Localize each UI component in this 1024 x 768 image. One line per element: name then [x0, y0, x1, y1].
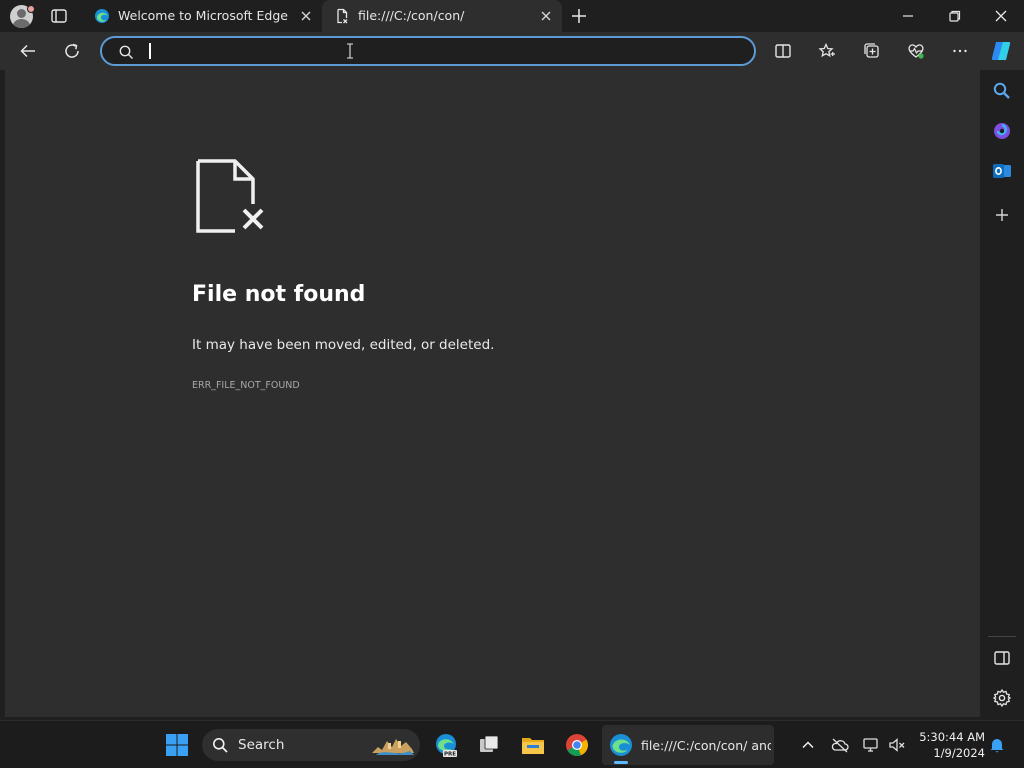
refresh-icon[interactable]	[63, 42, 81, 60]
sidebar-divider	[988, 636, 1016, 637]
close-icon[interactable]	[538, 8, 554, 24]
tab-actions-icon[interactable]	[50, 7, 68, 25]
clock-date: 1/9/2024	[933, 746, 985, 760]
search-icon	[119, 45, 133, 59]
windows-start-icon[interactable]	[165, 733, 189, 757]
avatar-body	[13, 19, 30, 28]
onedrive-offline-icon[interactable]	[831, 736, 849, 754]
split-screen-icon[interactable]	[774, 42, 792, 60]
copilot-sidebar-icon[interactable]	[992, 121, 1012, 141]
tab-welcome[interactable]: Welcome to Microsoft Edge	[82, 0, 322, 32]
favorites-icon[interactable]	[818, 42, 836, 60]
close-icon[interactable]	[298, 8, 314, 24]
task-view-icon[interactable]	[477, 733, 501, 757]
chevron-up-icon[interactable]	[799, 736, 817, 754]
add-icon[interactable]	[992, 205, 1012, 225]
notification-bell-icon[interactable]	[988, 736, 1006, 754]
browser-essentials-icon[interactable]	[907, 42, 925, 60]
avatar-head	[17, 9, 26, 18]
outlook-icon[interactable]	[992, 161, 1012, 181]
address-bar[interactable]	[100, 36, 756, 66]
system-clock[interactable]: 5:30:44 AM 1/9/2024	[915, 729, 985, 761]
new-tab-icon[interactable]	[570, 7, 588, 25]
search-highlight-art-icon	[372, 739, 414, 755]
error-message: It may have been moved, edited, or delet…	[192, 337, 495, 353]
broken-file-icon	[337, 8, 348, 24]
search-icon[interactable]	[992, 81, 1012, 101]
settings-gear-icon[interactable]	[992, 688, 1012, 708]
tab-bar: Welcome to Microsoft Edge file:///C:/con…	[0, 0, 1024, 32]
hide-sidebar-icon[interactable]	[992, 648, 1012, 668]
search-label: Search	[238, 737, 285, 753]
page-content: File not found It may have been moved, e…	[5, 70, 980, 717]
edge-preview-icon[interactable]: PRE	[434, 733, 458, 757]
edge-icon	[95, 9, 109, 23]
search-icon	[213, 738, 228, 753]
text-caret	[149, 43, 151, 59]
windows-taskbar: Search PRE file:///C:/con/con/ and 5:30:…	[0, 720, 1024, 768]
taskbar-search-box[interactable]: Search	[202, 729, 420, 761]
ibeam-cursor-icon	[347, 43, 353, 59]
volume-muted-icon[interactable]	[888, 736, 906, 754]
tab-title: file:///C:/con/con/	[358, 8, 465, 23]
clock-time: 5:30:44 AM	[919, 730, 985, 744]
tab-file[interactable]: file:///C:/con/con/	[322, 0, 562, 32]
chrome-icon[interactable]	[565, 733, 589, 757]
error-code: ERR_FILE_NOT_FOUND	[192, 380, 300, 391]
network-icon[interactable]	[862, 736, 880, 754]
tab-title: Welcome to Microsoft Edge	[118, 8, 288, 23]
close-window-icon[interactable]	[993, 8, 1009, 24]
collections-icon[interactable]	[863, 42, 881, 60]
minimize-icon[interactable]	[900, 8, 916, 24]
svg-text:PRE: PRE	[444, 752, 456, 757]
browser-toolbar	[0, 32, 1024, 70]
profile-status-dot	[27, 5, 35, 13]
taskbar-edge-window[interactable]: file:///C:/con/con/ and 1	[602, 725, 774, 765]
window-label: file:///C:/con/con/ and 1	[641, 738, 771, 753]
active-indicator	[614, 761, 628, 764]
back-arrow-icon[interactable]	[19, 42, 37, 60]
file-not-found-icon	[196, 159, 264, 233]
more-options-icon[interactable]	[951, 42, 969, 60]
edge-icon	[610, 734, 632, 756]
file-explorer-icon[interactable]	[521, 733, 545, 757]
error-title: File not found	[192, 282, 366, 307]
copilot-icon[interactable]	[989, 39, 1013, 63]
address-input[interactable]	[152, 41, 732, 61]
edge-sidebar	[980, 70, 1024, 717]
restore-icon[interactable]	[947, 8, 963, 24]
